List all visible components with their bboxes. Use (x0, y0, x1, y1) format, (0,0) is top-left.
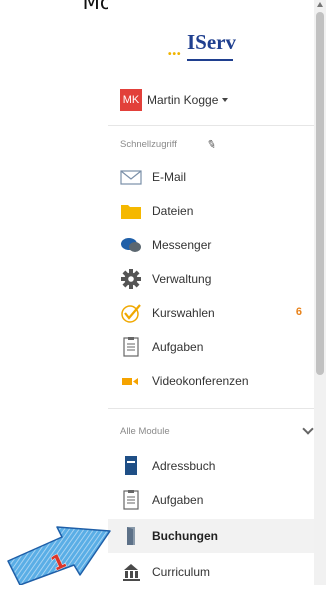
address-book-icon (125, 456, 137, 475)
annotation-arrow: 1 (7, 526, 111, 585)
scrollbar-thumb[interactable] (316, 12, 324, 375)
sidebar-item-curriculum[interactable]: Curriculum (108, 555, 314, 589)
scroll-up-arrow-icon[interactable] (317, 2, 323, 7)
sidebar-item-label: Verwaltung (152, 272, 212, 286)
clipboard-icon (123, 490, 139, 510)
chevron-down-icon[interactable] (302, 423, 314, 435)
divider (108, 125, 314, 126)
sidebar-item-address-book[interactable]: Adressbuch (108, 449, 314, 483)
sidebar-item-label: E-Mail (152, 170, 187, 184)
iserv-logo[interactable]: ••• IServ (168, 30, 268, 62)
sidebar-item-label: Curriculum (152, 565, 211, 579)
scrollbar[interactable] (314, 0, 326, 585)
logo-dots: ••• (168, 49, 182, 60)
sidebar-item-video-conferences[interactable]: Videokonferenzen (108, 364, 314, 398)
sidebar-item-bookings[interactable]: Buchungen (108, 519, 314, 553)
sidebar-item-label: Aufgaben (152, 493, 204, 507)
envelope-icon (120, 170, 142, 185)
sidebar-item-assignments[interactable]: Aufgaben (108, 330, 314, 364)
count-badge: 6 (295, 306, 302, 318)
sidebar-item-messenger[interactable]: Messenger (108, 228, 314, 262)
user-menu-button[interactable]: MK Martin Kogge (120, 89, 229, 111)
chat-bubbles-icon (121, 238, 141, 252)
pencil-icon[interactable]: ✎ (205, 137, 217, 152)
logo-text: IServ (187, 30, 236, 54)
gear-icon (121, 269, 141, 289)
sidebar-item-label: Videokonferenzen (152, 374, 249, 388)
sidebar-item-label: Buchungen (152, 529, 218, 543)
section-label-all-modules: Alle Module (120, 426, 170, 437)
sidebar-item-label: Messenger (152, 238, 212, 252)
logo-underline (187, 59, 233, 61)
sidebar-item-files[interactable]: Dateien (108, 194, 314, 228)
divider (108, 408, 314, 409)
sidebar-item-label: Aufgaben (152, 340, 204, 354)
sidebar-item-email[interactable]: E-Mail (108, 160, 314, 194)
sidebar-item-administration[interactable]: Verwaltung (108, 262, 314, 296)
curriculum-icon (123, 564, 140, 581)
sidebar-item-assignments-module[interactable]: Aufgaben (108, 483, 314, 517)
caret-down-icon (222, 98, 229, 102)
folder-icon (121, 205, 141, 219)
sidebar-item-label: Adressbuch (152, 459, 216, 473)
sidebar-item-label: Dateien (152, 204, 194, 218)
sidebar-navigation: ••• IServ MK Martin Kogge Schnellzugriff… (108, 0, 314, 585)
sidebar-item-label: Kurswahlen (152, 306, 215, 320)
door-icon (127, 527, 135, 545)
avatar: MK (120, 89, 142, 111)
checkmark-circle-icon (121, 304, 141, 323)
section-label-quick-access: Schnellzugriff (120, 139, 177, 150)
video-camera-icon (122, 378, 138, 385)
sidebar-item-course-choices[interactable]: Kurswahlen 6 (108, 296, 314, 330)
user-name: Martin Kogge (147, 93, 219, 107)
clipboard-icon (123, 337, 139, 357)
